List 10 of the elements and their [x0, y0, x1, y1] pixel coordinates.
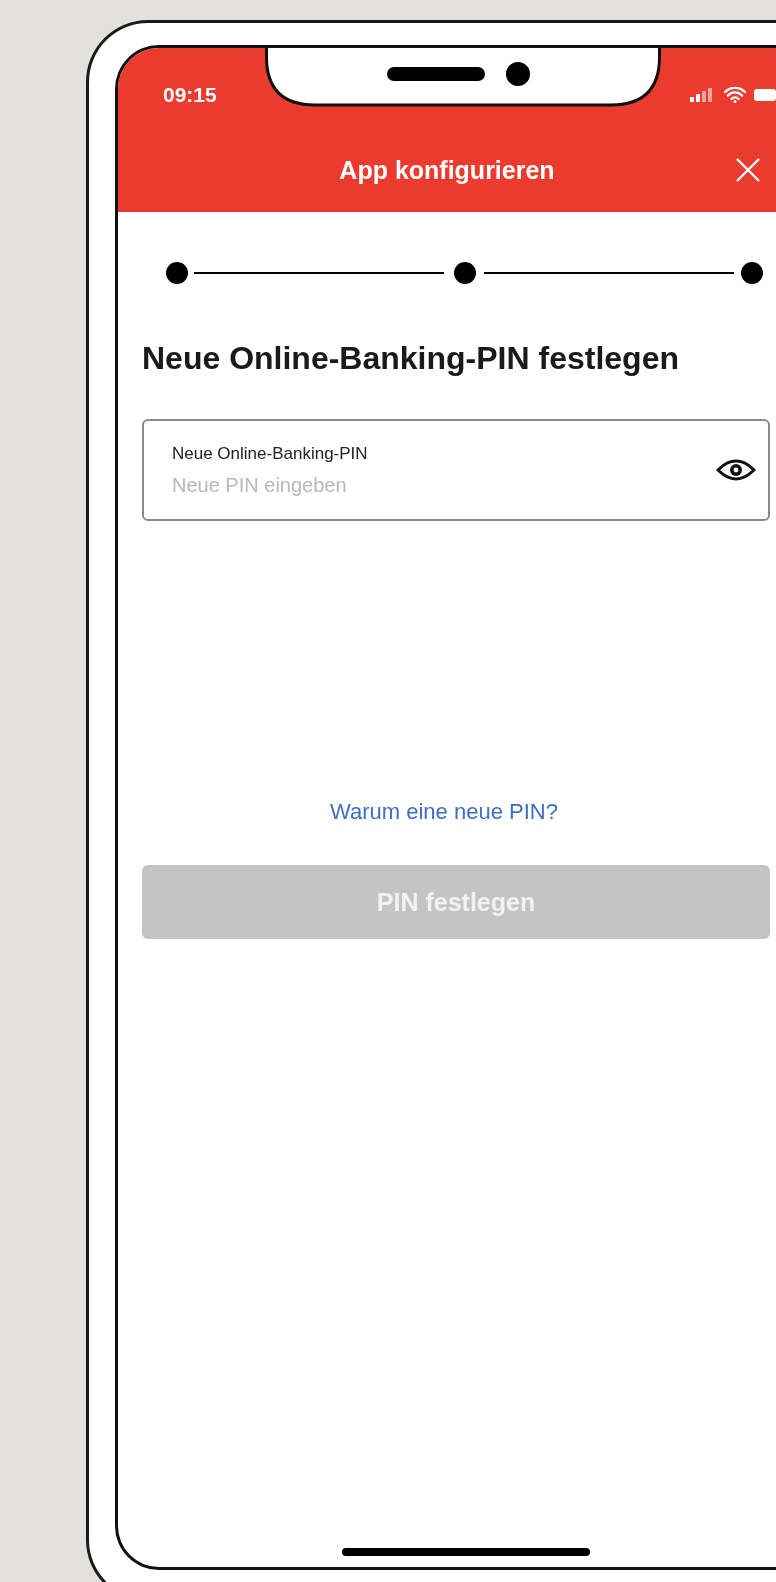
status-time: 09:15 — [163, 83, 217, 107]
close-button[interactable] — [734, 156, 762, 184]
header-title: App konfigurieren — [339, 156, 555, 185]
field-label: Neue Online-Banking-PIN — [172, 443, 369, 464]
page-heading: Neue Online-Banking-PIN festlegen — [142, 340, 680, 377]
wifi-icon — [724, 87, 746, 103]
battery-icon — [754, 89, 776, 101]
help-link[interactable]: Warum eine neue PIN? — [330, 799, 558, 825]
pin-input[interactable]: Neue PIN eingeben — [172, 473, 716, 497]
eye-icon[interactable] — [716, 458, 756, 482]
